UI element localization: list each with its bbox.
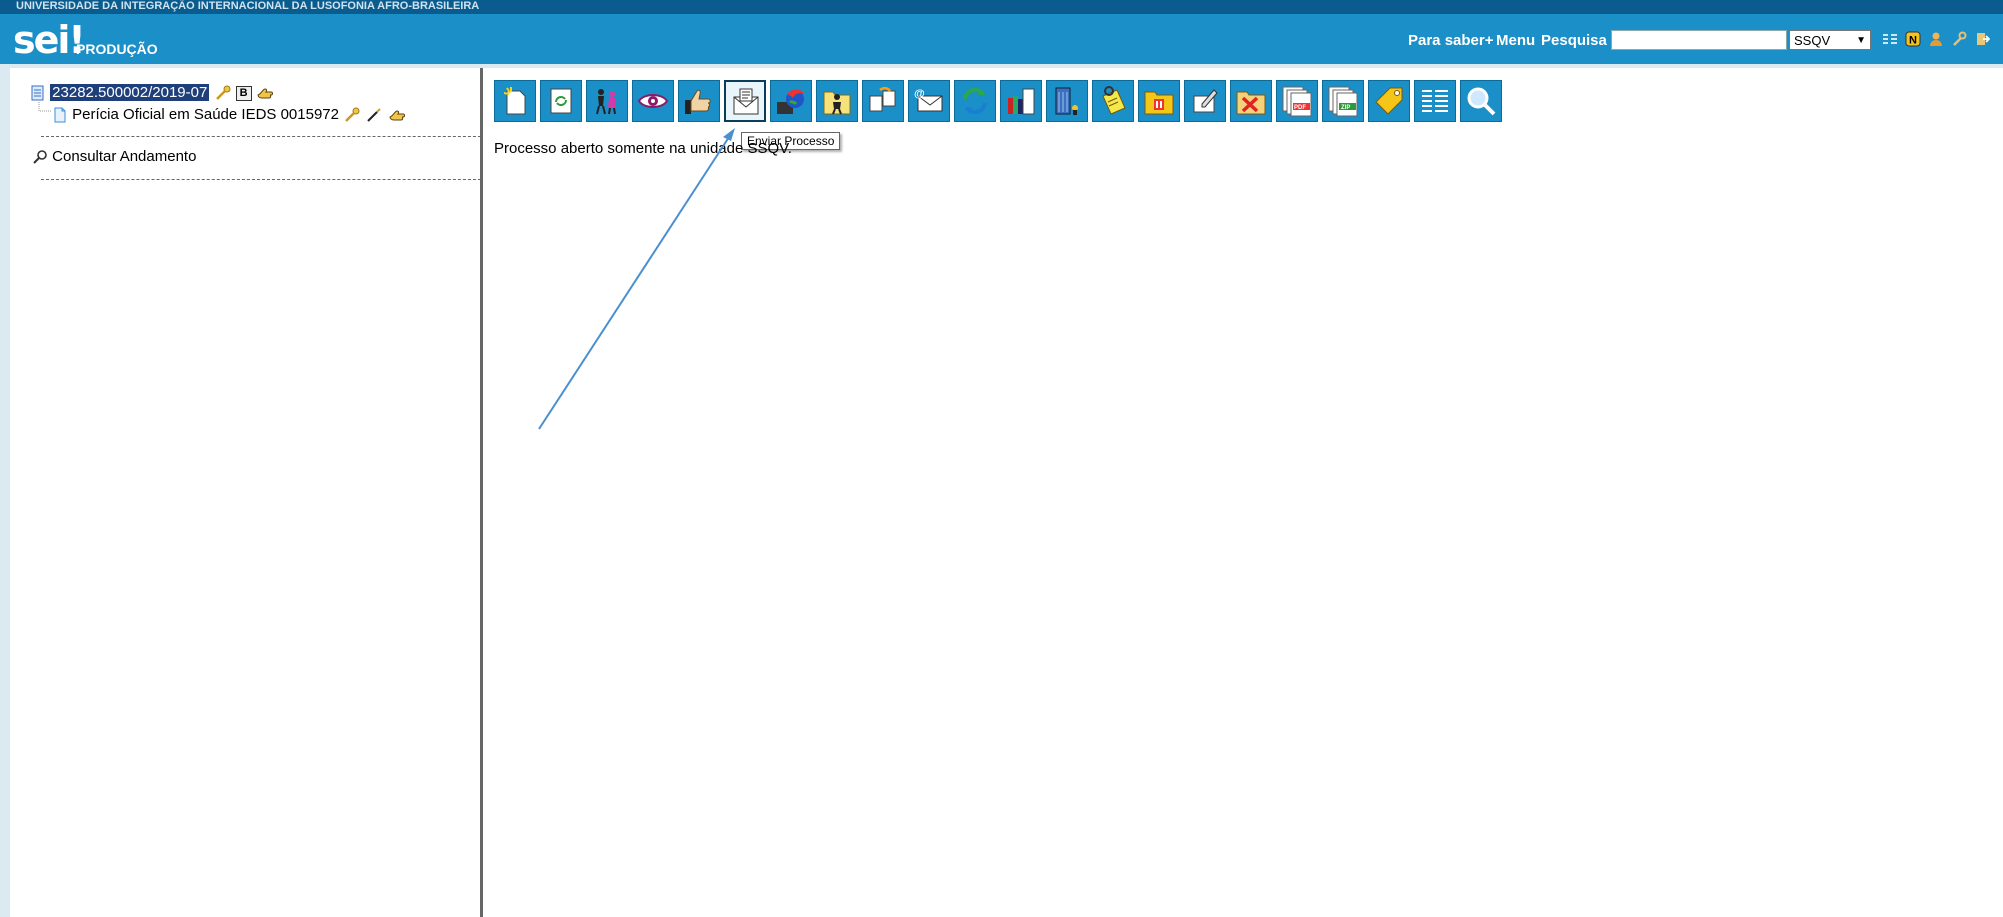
process-status-message: Processo aberto somente na unidade SSQV. (494, 140, 792, 157)
tag-icon (1375, 87, 1403, 115)
atualizar-andamento-button[interactable] (770, 80, 812, 122)
books-icon (1008, 88, 1035, 115)
send-process-icon (733, 88, 759, 115)
tree-separator (41, 179, 486, 180)
institution-strip: UNIVERSIDADE DA INTEGRAÇÃO INTERNACIONAL… (0, 0, 2003, 14)
svg-text:PDF: PDF (1294, 105, 1306, 111)
search-input[interactable] (1611, 30, 1787, 50)
related-process-icon (550, 88, 572, 114)
process-number[interactable]: 23282.500002/2019-07 (50, 84, 210, 101)
edit-doc-icon (1193, 89, 1218, 113)
thumbs-up-icon (685, 89, 711, 114)
consultar-andamento-label[interactable]: Consultar Andamento (52, 148, 196, 165)
document-node[interactable]: Perícia Oficial em Saúde IEDS 0015972 (52, 106, 406, 123)
hand-icon[interactable] (256, 85, 274, 101)
key-icon[interactable] (343, 107, 361, 123)
atribuir-processo-button[interactable] (816, 80, 858, 122)
process-node[interactable]: 23282.500002/2019-07 B (30, 84, 274, 101)
globe-icon (777, 89, 805, 114)
people-icon (596, 89, 616, 115)
duplicate-icon (869, 86, 896, 112)
delete-folder-icon (1236, 91, 1266, 115)
sei-logo[interactable]: sei! (13, 20, 86, 60)
pause-icon (1144, 91, 1174, 115)
duplicar-processo-button[interactable] (862, 80, 904, 122)
iniciar-processo-relacionado-button[interactable] (540, 80, 582, 122)
pen-icon[interactable] (365, 107, 383, 123)
unit-select-value: SSQV (1794, 33, 1831, 48)
unit-select[interactable]: SSQV ▼ (1789, 30, 1871, 50)
header-bar: sei! PRODUÇÃO Para saber+ Menu Pesquisa … (0, 14, 2003, 64)
zip-icon: ZIP (1328, 86, 1358, 117)
svg-text:@: @ (914, 88, 925, 100)
hand-icon[interactable] (388, 107, 406, 123)
magnifier-icon (1467, 87, 1496, 116)
pesquisar-processo-button[interactable] (1460, 80, 1502, 122)
building-icon (1055, 87, 1078, 115)
badge-b-icon[interactable]: B (235, 85, 252, 101)
gerenciar-marcador-button[interactable] (1000, 80, 1042, 122)
exit-icon[interactable] (1974, 31, 1990, 47)
menu-link[interactable]: Menu (1496, 32, 1535, 49)
ciencia-button[interactable] (678, 80, 720, 122)
magnifier-icon (33, 150, 47, 164)
acesso-externo-button[interactable] (586, 80, 628, 122)
document-icon (54, 107, 66, 123)
email-icon: @ (914, 88, 943, 112)
person-folder-icon (823, 91, 851, 115)
main-content-panel (483, 68, 2003, 917)
svg-text:N: N (1909, 35, 1917, 47)
list-icon[interactable] (1882, 31, 1898, 47)
enviar-email-button[interactable]: @ (908, 80, 950, 122)
institution-name: UNIVERSIDADE DA INTEGRAÇÃO INTERNACIONAL… (16, 0, 480, 12)
listar-documentos-button[interactable] (1414, 80, 1456, 122)
blocos-button[interactable] (1046, 80, 1088, 122)
consultar-andamento-link[interactable]: Consultar Andamento (32, 148, 196, 165)
new-document-icon (503, 87, 526, 115)
para-saber-link[interactable]: Para saber+ (1408, 32, 1493, 49)
relacionamentos-button[interactable] (954, 80, 996, 122)
pdf-icon: PDF (1282, 86, 1312, 117)
process-tree-panel: 23282.500002/2019-07 B Perícia Oficial e… (10, 68, 486, 917)
process-icon (31, 85, 44, 101)
refresh-icon (963, 87, 987, 115)
enviar-processo-button[interactable] (724, 80, 766, 122)
pesquisa-label: Pesquisa (1541, 32, 1607, 49)
tree-connector (38, 102, 51, 112)
sobrestar-processo-button[interactable] (1138, 80, 1180, 122)
notes-icon (1102, 86, 1126, 115)
gerar-pdf-button[interactable]: PDF (1276, 80, 1318, 122)
marcador-button[interactable] (1368, 80, 1410, 122)
news-icon[interactable]: N (1905, 31, 1921, 47)
tree-separator (41, 136, 486, 137)
chevron-down-icon: ▼ (1856, 35, 1866, 46)
eye-icon (637, 94, 669, 108)
document-title[interactable]: Perícia Oficial em Saúde IEDS 0015972 (72, 106, 339, 123)
concluir-processo-button[interactable] (1184, 80, 1226, 122)
acompanhamento-especial-button[interactable] (632, 80, 674, 122)
incluir-documento-button[interactable] (494, 80, 536, 122)
user-icon[interactable] (1928, 31, 1944, 47)
list-icon (1422, 90, 1448, 112)
svg-text:ZIP: ZIP (1341, 105, 1350, 111)
gerar-zip-button[interactable]: ZIP (1322, 80, 1364, 122)
excluir-processo-button[interactable] (1230, 80, 1272, 122)
environment-label: PRODUÇÃO (76, 41, 158, 57)
key-icon[interactable] (214, 85, 232, 101)
anotacoes-button[interactable] (1092, 80, 1134, 122)
tools-icon[interactable] (1951, 31, 1967, 47)
